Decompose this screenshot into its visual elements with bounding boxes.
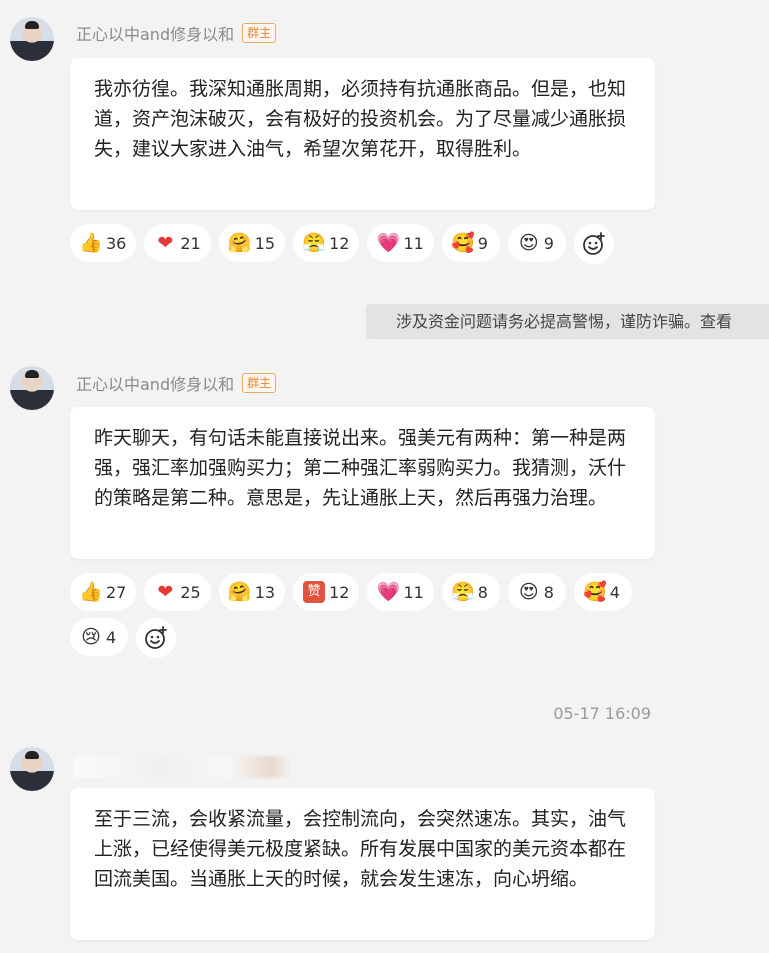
love-hearts-icon: 💗 [376,581,401,603]
reaction-bar: 👍 36 ❤ 21 🤗 15 😤 12 💗 11 🥰 9 😍 9 [70,224,670,264]
reaction-chip[interactable]: 😍 9 [507,224,566,262]
message-bubble[interactable]: 至于三流，会收紧流量，会控制流向，会突然速冻。其实，油气上涨，已经使得美元极度紧… [70,788,655,940]
sender-name[interactable]: 正心以中and修身以和 [76,371,234,395]
heart-eyes-face-icon: 😍 [518,232,539,254]
reaction-chip[interactable]: 😍 8 [507,573,566,611]
message-bubble[interactable]: 昨天聊天，有句话未能直接说出来。强美元有两种：第一种是两强，强汇率加强购买力；第… [70,407,655,559]
reaction-chip[interactable]: 😢 4 [70,618,128,656]
reaction-chip[interactable]: 🥰 4 [573,573,632,611]
heart-eyes-face-icon: 😍 [518,581,539,603]
add-reaction-button[interactable] [573,224,614,264]
add-reaction-icon [145,626,167,649]
reaction-chip[interactable]: 💗 11 [367,573,434,611]
sender-name[interactable]: 正心以中and修身以和 [76,21,234,45]
message-bubble[interactable]: 我亦彷徨。我深知通胀周期，必须持有抗通胀商品。但是，也知道，资产泡沫破灭，会有极… [70,58,655,210]
reaction-count: 12 [329,233,350,253]
love-hearts-icon: 💗 [376,232,401,254]
sender-row: 正心以中and修身以和 群主 [76,371,277,395]
reaction-count: 11 [403,233,424,253]
reaction-count: 15 [254,233,276,253]
sender-row: 正心以中and修身以和 群主 [76,21,277,45]
reaction-count: 12 [329,582,350,602]
flower-face-icon: 🥰 [450,232,475,254]
owner-badge: 群主 [242,23,277,43]
reaction-count: 4 [609,582,620,602]
timestamp: 05-17 16:09 [553,704,651,723]
reaction-count: 36 [106,233,127,253]
reaction-count: 4 [106,627,117,647]
reaction-count: 9 [477,233,488,253]
avatar[interactable] [10,747,54,791]
reaction-chip[interactable]: 👍 27 [70,573,137,611]
owner-badge: 群主 [242,373,277,393]
reaction-chip[interactable]: 💗 11 [367,224,434,262]
hug-icon: 🤗 [227,581,252,603]
fraud-notice-banner[interactable]: 涉及资金问题请务必提高警惕，谨防诈骗。查看 [366,304,769,339]
reaction-chip[interactable]: ❤ 21 [144,224,211,262]
praise-stamp-icon: 赞 [303,581,326,603]
reaction-count: 11 [403,582,424,602]
heart-icon: ❤ [157,581,174,603]
obscured-sender-name [74,756,294,778]
reaction-chip[interactable]: 👍 36 [70,224,137,262]
reaction-chip[interactable]: 🤗 15 [218,224,286,262]
reaction-chip[interactable]: 😤 12 [293,224,360,262]
avatar[interactable] [10,17,54,61]
reaction-bar: 👍 27 ❤ 25 🤗 13 赞 12 💗 11 😤 8 😍 8 🥰 4 😢 4 [70,573,670,658]
reaction-chip[interactable]: 🥰 9 [441,224,500,262]
reaction-count: 8 [477,582,488,602]
heart-icon: ❤ [157,232,174,254]
add-reaction-icon [582,232,605,255]
reaction-count: 21 [180,233,201,253]
thumbs-up-icon: 👍 [79,581,103,603]
reaction-count: 8 [543,582,554,602]
fighting-face-icon: 😤 [450,581,475,603]
reaction-count: 9 [543,233,554,253]
crying-face-icon: 😢 [81,626,101,648]
fighting-face-icon: 😤 [302,232,326,254]
reaction-count: 13 [254,582,276,602]
reaction-chip[interactable]: 赞 12 [293,573,360,611]
flower-face-icon: 🥰 [582,581,607,603]
reaction-count: 25 [180,582,201,602]
reaction-chip[interactable]: 😤 8 [441,573,500,611]
add-reaction-button[interactable] [136,618,176,658]
avatar[interactable] [10,366,54,410]
reaction-chip[interactable]: ❤ 25 [144,573,211,611]
reaction-chip[interactable]: 🤗 13 [218,573,286,611]
reaction-count: 27 [106,582,127,602]
hug-icon: 🤗 [227,232,252,254]
thumbs-up-icon: 👍 [79,232,103,254]
